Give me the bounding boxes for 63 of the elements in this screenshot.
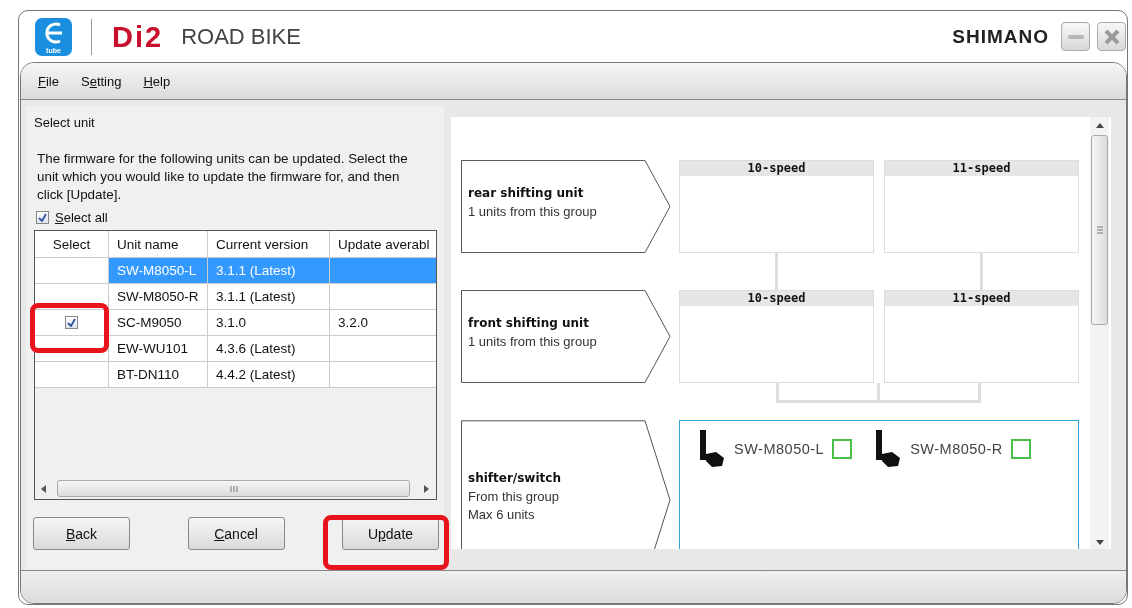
dialog-button[interactable]: Cancel — [187, 517, 285, 550]
scroll-left-icon[interactable] — [41, 484, 47, 493]
instruction-text: The firmware for the following units can be updated. Select the unit which you would like to update the firmware for, and then click [Update]. — [37, 150, 409, 204]
table-cell: 4.4.2 (Latest) — [216, 367, 296, 382]
menu-item[interactable]: Help — [143, 73, 171, 89]
unit-name: SW-M8050-R — [910, 441, 1003, 457]
grip-icon — [229, 485, 238, 492]
table-row[interactable]: EW-WU101 4.3.6 (Latest) — [35, 336, 436, 362]
group-note: Max 6 units — [468, 505, 536, 524]
window-title: ROAD BIKE — [181, 23, 301, 50]
slot-header: 11-speed — [885, 161, 1078, 176]
slot-header: 10-speed — [680, 291, 873, 306]
shifter-icon — [698, 430, 726, 468]
maker-logo: SHIMANO — [952, 25, 1049, 48]
menu-item[interactable]: File — [38, 73, 59, 89]
table-cell: SW-M8050-R — [117, 289, 199, 304]
close-button[interactable] — [1097, 22, 1126, 51]
table-row[interactable]: SC-M9050 3.1.0 3.2.0 — [35, 310, 436, 336]
group-title: rear shifting unit — [468, 186, 585, 200]
shifter-icon — [874, 430, 903, 468]
group-title: shifter/switch — [468, 470, 562, 485]
table-cell: 3.1.0 — [216, 315, 247, 330]
speed-slot[interactable]: 11-speed — [884, 290, 1079, 383]
section-heading: Select unit — [34, 115, 96, 130]
table-cell: 3.1.1 (Latest) — [216, 263, 296, 278]
unit-checkbox[interactable] — [832, 439, 853, 459]
group-note: 1 units from this group — [468, 333, 598, 351]
scroll-down-icon[interactable] — [1095, 540, 1104, 545]
menu-item[interactable]: Setting — [80, 73, 122, 89]
close-icon — [1103, 28, 1120, 45]
group-note: From this group — [468, 487, 561, 506]
minimize-icon — [1067, 34, 1084, 39]
table-cell: SW-M8050-L — [117, 263, 197, 278]
table-cell: BT-DN110 — [117, 367, 180, 382]
scroll-right-icon[interactable] — [424, 484, 430, 493]
brand-logo: Di2 — [112, 21, 164, 52]
speed-slot[interactable]: 10-speed — [679, 160, 874, 253]
row-checkbox[interactable] — [65, 316, 78, 329]
unit-name: SW-M8050-L — [734, 441, 825, 457]
dialog-button[interactable]: Back — [33, 517, 130, 550]
scroll-up-icon[interactable] — [1095, 123, 1104, 128]
group-title: front shifting unit — [468, 316, 590, 330]
column-header[interactable]: Select — [35, 231, 109, 257]
column-header[interactable]: Unit name — [109, 231, 208, 257]
slot-header: 10-speed — [680, 161, 873, 176]
speed-slot[interactable]: 10-speed — [679, 290, 874, 383]
speed-slot[interactable]: 11-speed — [884, 160, 1079, 253]
vertical-scrollbar[interactable] — [1090, 117, 1109, 549]
table-cell: EW-WU101 — [117, 341, 188, 356]
table-cell: 4.3.6 (Latest) — [216, 341, 296, 356]
table-cell: 3.2.0 — [338, 315, 369, 330]
group-note: 1 units from this group — [468, 203, 598, 221]
slot-header: 11-speed — [885, 291, 1078, 306]
unit-checkbox[interactable] — [1010, 439, 1031, 459]
table-row[interactable]: SW-M8050-R 3.1.1 (Latest) — [35, 284, 436, 310]
column-header[interactable]: Update averabl — [330, 231, 436, 257]
table-cell: 3.1.1 (Latest) — [216, 289, 296, 304]
column-header[interactable]: Current version — [208, 231, 330, 257]
select-all-checkbox[interactable] — [36, 211, 49, 224]
grip-icon — [1096, 226, 1103, 234]
table-cell: SC-M9050 — [117, 315, 182, 330]
checkbox-label[interactable]: Select all — [55, 210, 108, 225]
table-row[interactable]: BT-DN110 4.4.2 (Latest) — [35, 362, 436, 388]
